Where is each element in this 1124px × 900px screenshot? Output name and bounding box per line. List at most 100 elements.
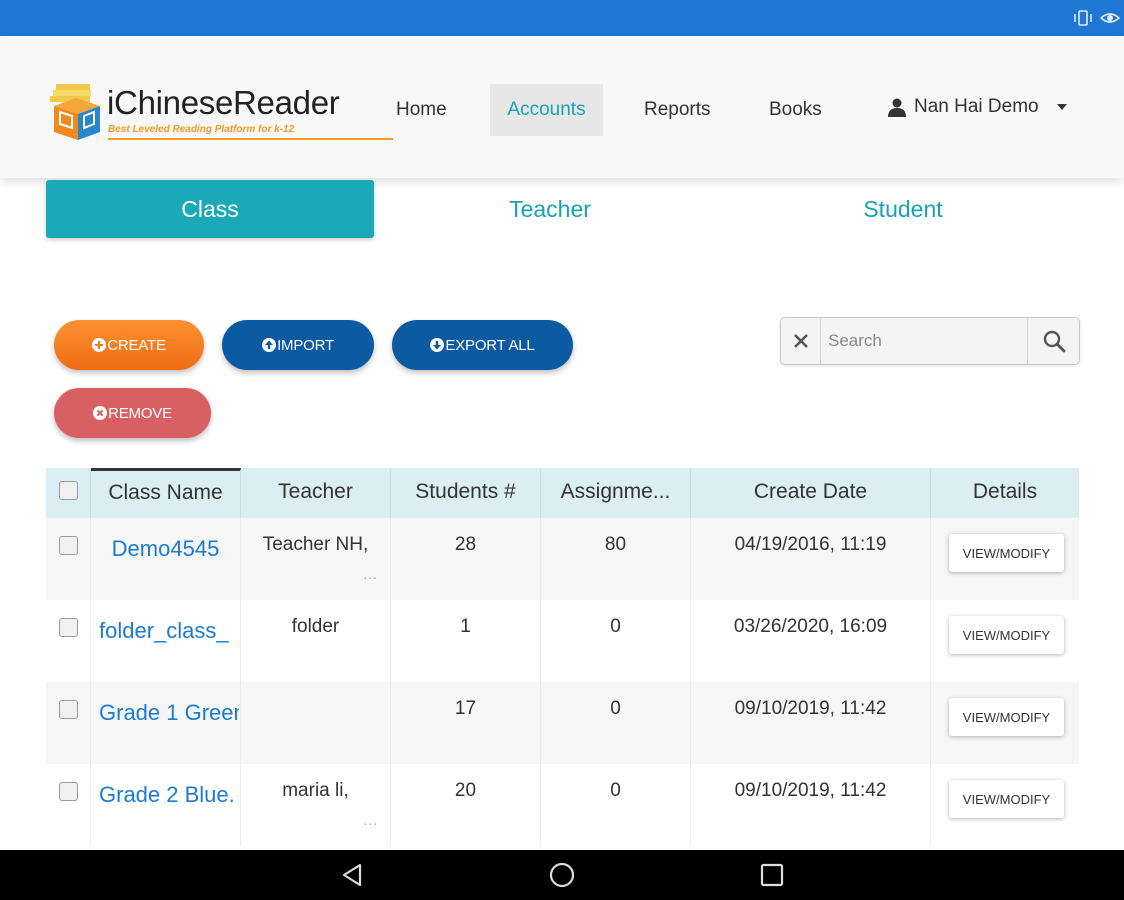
import-button[interactable]: IMPORT [222, 320, 374, 370]
students-cell: 1 [391, 600, 541, 682]
create-date-cell: 03/26/2020, 16:09 [691, 600, 931, 682]
clear-search-button[interactable] [781, 318, 821, 364]
search-icon [1043, 330, 1065, 353]
create-date: 03/26/2020, 16:09 [733, 616, 888, 637]
column-header-assignments[interactable]: Assignme... [541, 468, 691, 518]
class-name-cell: Grade 1 Green [91, 682, 241, 764]
row-checkbox[interactable] [59, 536, 78, 555]
column-header-teacher[interactable]: Teacher [241, 468, 391, 518]
import-label: IMPORT [277, 336, 334, 354]
teacher-more: ... [363, 812, 378, 828]
table-row: Grade 1 Green 17 0 09/10/2019, 11:42 VIE… [46, 682, 1079, 764]
teacher-cell: maria li, ... [241, 764, 391, 846]
column-header-students[interactable]: Students # [391, 468, 541, 518]
nav-home[interactable]: Home [380, 84, 463, 136]
plus-circle-icon [92, 338, 107, 352]
view-modify-button[interactable]: VIEW/MODIFY [949, 616, 1064, 654]
create-date: 04/19/2016, 11:19 [734, 534, 887, 555]
view-modify-button[interactable]: VIEW/MODIFY [949, 698, 1064, 736]
class-table: Class Name Teacher Students # Assignme..… [46, 468, 1079, 850]
teacher-cell: Teacher NH, ... [241, 518, 391, 600]
class-name-link[interactable]: Demo4545 [91, 536, 240, 562]
students-count: 1 [460, 616, 471, 637]
header-select-cell [46, 468, 91, 518]
tab-teacher[interactable]: Teacher [440, 180, 660, 238]
assignments-count: 0 [610, 616, 621, 637]
table-row: folder_class_ folder 1 0 03/26/2020, 16:… [46, 600, 1079, 682]
nav-accounts[interactable]: Accounts [490, 84, 603, 136]
class-name-cell: Grade 2 Blue. [91, 764, 241, 846]
user-name: Nan Hai Demo [914, 96, 1039, 117]
row-checkbox[interactable] [59, 700, 78, 719]
students-cell: 28 [391, 518, 541, 600]
teacher-name: maria li, [282, 780, 349, 801]
assignments-cell: 0 [541, 600, 691, 682]
teacher-name: Teacher NH, [262, 534, 369, 555]
assignments-cell: 0 [541, 682, 691, 764]
tab-class[interactable]: Class [46, 180, 374, 238]
students-count: 17 [454, 698, 477, 719]
assignments-count: 0 [610, 780, 621, 801]
chevron-down-icon [1056, 104, 1067, 110]
assignments-count: 0 [610, 698, 621, 719]
vibrate-icon [1074, 10, 1092, 26]
table-row: Grade 2 Blue. maria li, ... 20 0 09/10/2… [46, 764, 1079, 846]
search-box [780, 317, 1080, 365]
column-header-create-date[interactable]: Create Date [691, 468, 931, 518]
tab-student[interactable]: Student [793, 180, 1013, 238]
students-cell: 20 [391, 764, 541, 846]
class-name-cell: folder_class_ [91, 600, 241, 682]
logo-tagline: Best Leveled Reading Platform for k-12 [108, 124, 295, 135]
search-input[interactable] [822, 318, 1028, 364]
back-icon[interactable] [340, 862, 364, 888]
column-header-class-name[interactable]: Class Name [91, 468, 241, 518]
close-circle-icon [93, 406, 108, 420]
students-cell: 17 [391, 682, 541, 764]
top-navbar: iChineseReader Best Leveled Reading Plat… [0, 36, 1124, 178]
view-modify-button[interactable]: VIEW/MODIFY [949, 780, 1064, 818]
view-modify-button[interactable]: VIEW/MODIFY [949, 534, 1064, 572]
teacher-cell [241, 682, 391, 764]
row-checkbox[interactable] [59, 618, 78, 637]
class-name-link[interactable]: Grade 2 Blue. [99, 782, 239, 808]
status-bar [0, 0, 1124, 36]
create-date-cell: 04/19/2016, 11:19 [691, 518, 931, 600]
create-date: 09/10/2019, 11:42 [734, 780, 887, 801]
table-row: Demo4545 Teacher NH, ... 28 80 04/19/201… [46, 518, 1079, 600]
select-all-checkbox[interactable] [59, 481, 78, 500]
user-menu[interactable]: Nan Hai Demo [888, 96, 1067, 118]
android-nav-bar [0, 850, 1124, 900]
row-select-cell [46, 518, 91, 600]
user-icon [888, 98, 906, 117]
close-icon [793, 334, 808, 348]
create-button[interactable]: CREATE [54, 320, 204, 370]
assignments-cell: 0 [541, 764, 691, 846]
row-select-cell [46, 764, 91, 846]
class-name-link[interactable]: Grade 1 Green [99, 700, 239, 726]
create-date: 09/10/2019, 11:42 [734, 698, 887, 719]
row-checkbox[interactable] [59, 782, 78, 801]
students-count: 28 [454, 534, 477, 555]
row-select-cell [46, 682, 91, 764]
students-count: 20 [454, 780, 477, 801]
logo-underline [108, 138, 393, 140]
download-circle-icon [430, 338, 445, 352]
search-button[interactable] [1027, 318, 1079, 364]
class-name-cell: Demo4545 [91, 518, 241, 600]
create-date-cell: 09/10/2019, 11:42 [691, 764, 931, 846]
create-label: CREATE [107, 336, 166, 354]
home-icon[interactable] [549, 862, 575, 888]
nav-books[interactable]: Books [753, 84, 838, 136]
logo-books-icon [50, 84, 100, 140]
recents-icon[interactable] [760, 862, 784, 888]
nav-reports[interactable]: Reports [628, 84, 727, 136]
export-all-button[interactable]: EXPORT ALL [392, 320, 573, 370]
remove-button[interactable]: REMOVE [54, 388, 211, 438]
status-icons [1072, 9, 1120, 27]
logo-title: iChineseReader [107, 84, 340, 121]
export-all-label: EXPORT ALL [445, 336, 535, 354]
assignments-cell: 80 [541, 518, 691, 600]
upload-circle-icon [262, 338, 277, 352]
teacher-cell: folder [241, 600, 391, 682]
class-name-link[interactable]: folder_class_ [99, 618, 239, 644]
